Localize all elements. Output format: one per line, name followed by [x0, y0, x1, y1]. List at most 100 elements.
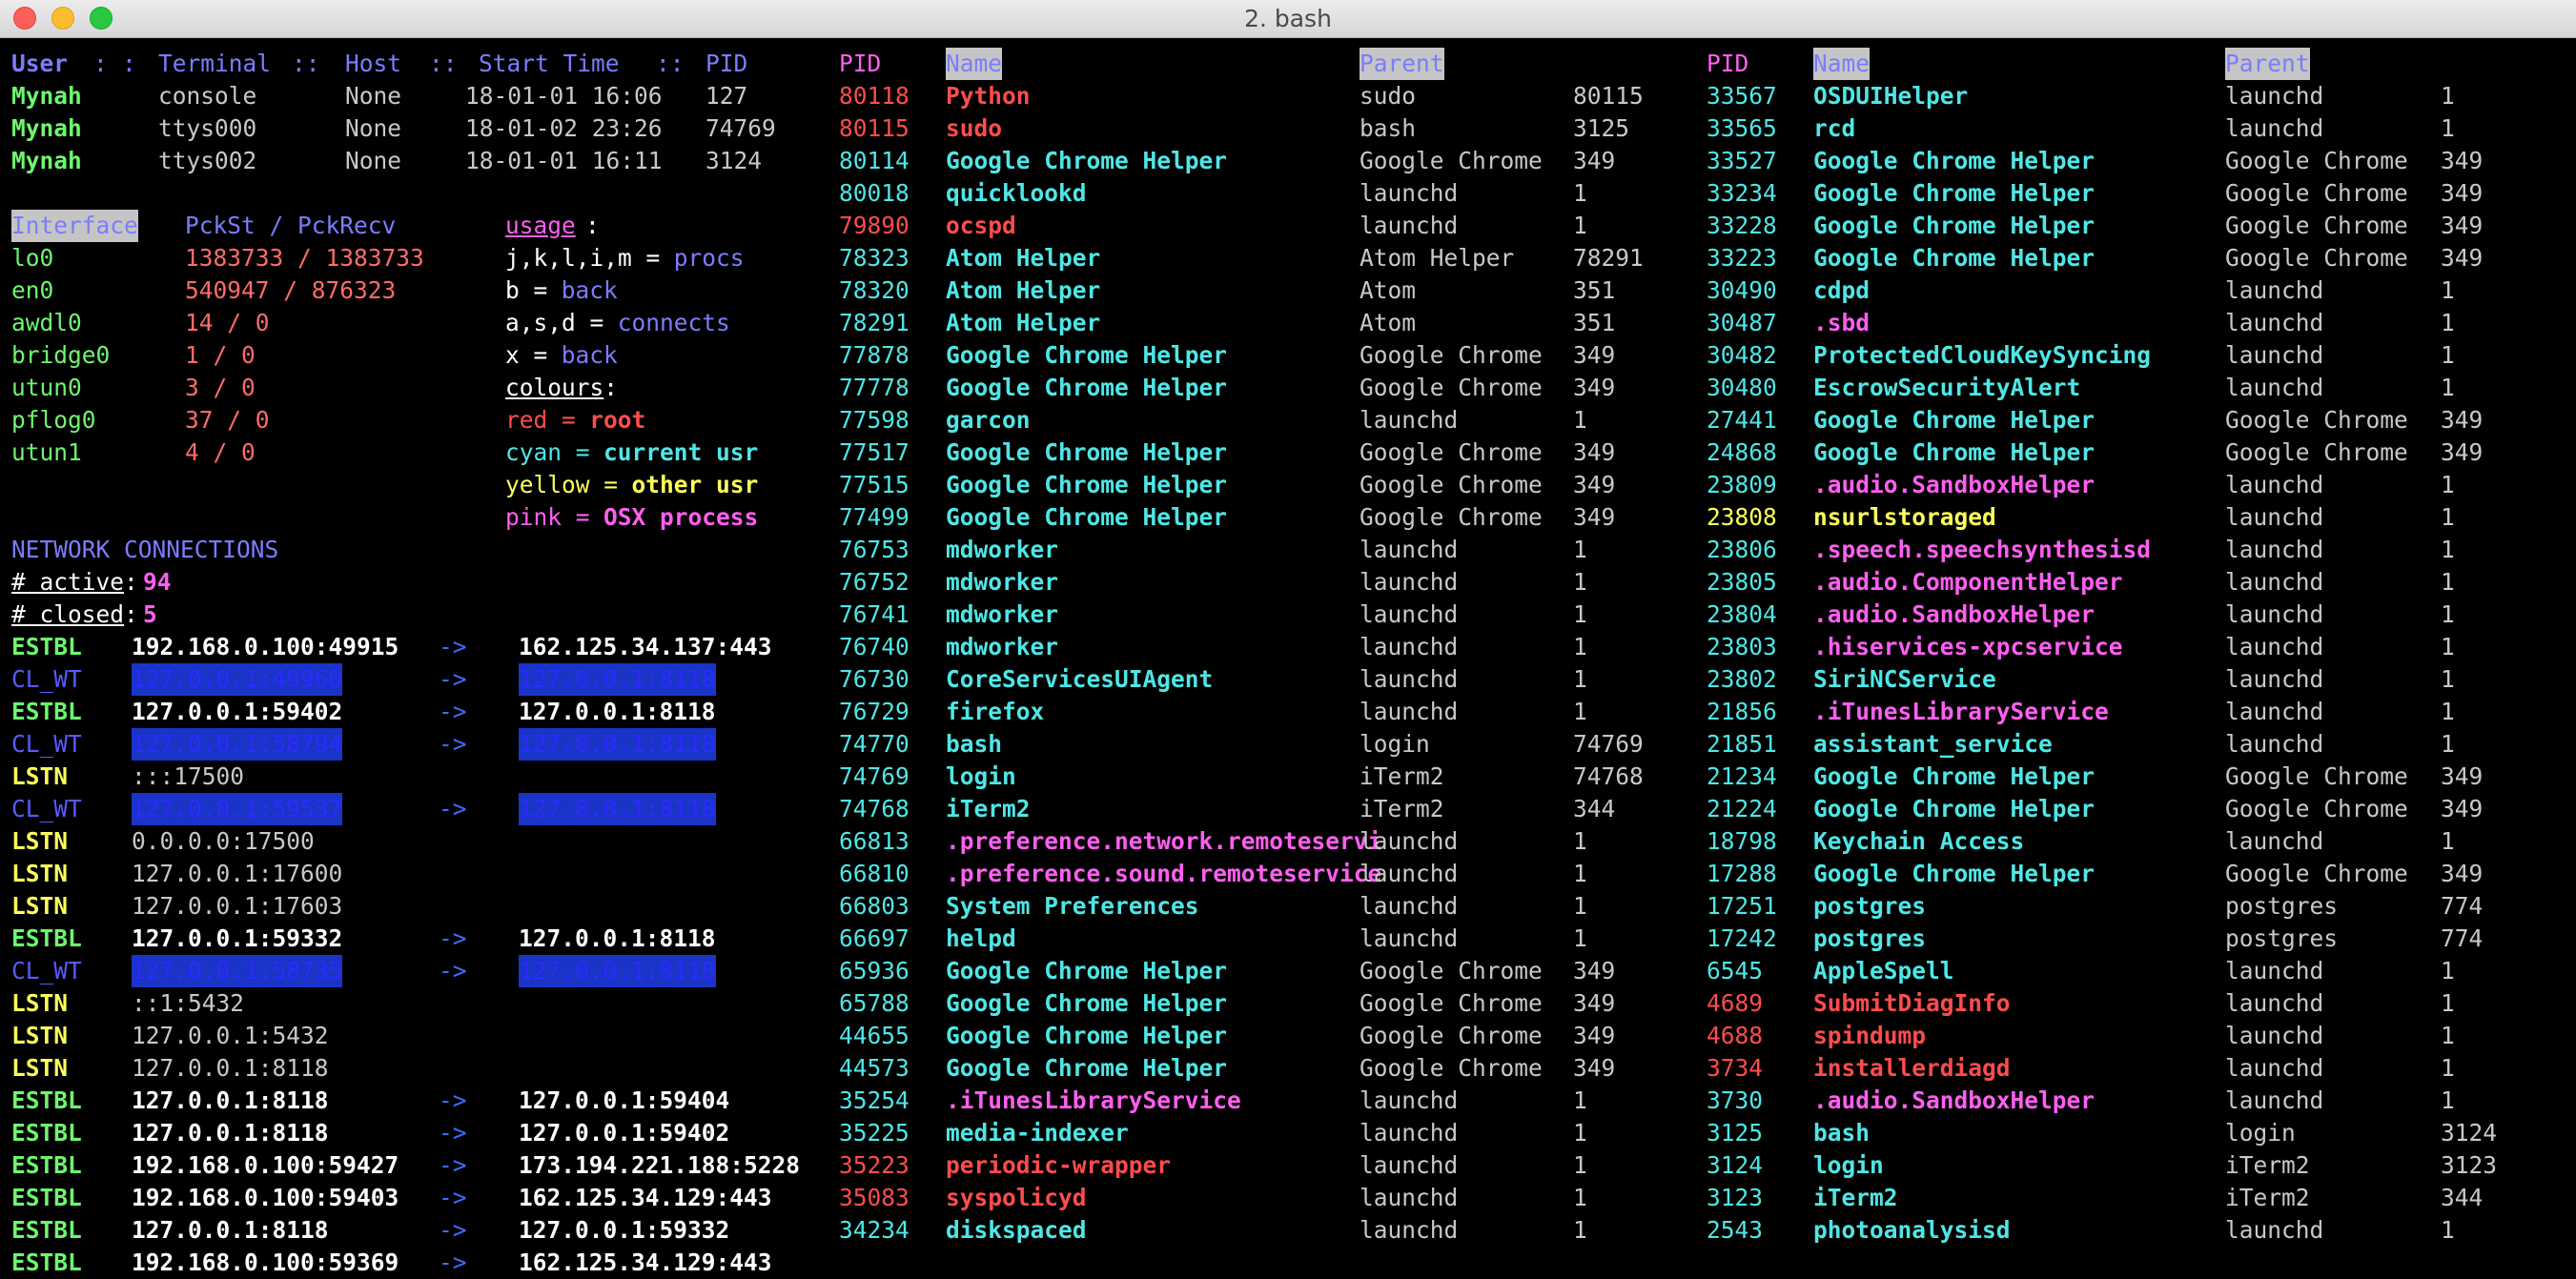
process-parent-pid: 1	[2441, 827, 2455, 855]
usage-key: j,k,l,i,m	[505, 244, 632, 272]
process-pid: 66697	[839, 924, 910, 952]
process-name: login	[1813, 1151, 1884, 1179]
process-parent-pid: 74769	[1573, 730, 1644, 758]
process-pid: 30490	[1707, 276, 1777, 304]
process-name: Google Chrome Helper	[946, 503, 1228, 531]
process-name: spindump	[1813, 1022, 1927, 1049]
process-name: .audio.SandboxHelper	[1813, 1086, 2096, 1114]
remote-address: 162.125.34.137:443	[519, 633, 772, 660]
interface-packets: 1383733 / 1383733	[185, 244, 424, 272]
process-pid: 78291	[839, 309, 910, 336]
process-pid: 4688	[1707, 1022, 1764, 1049]
process-name: Keychain Access	[1813, 827, 2025, 855]
local-address: 127.0.0.1:8118	[132, 1216, 329, 1244]
process-parent-pid: 1	[1573, 1086, 1587, 1114]
process-pid: 77598	[839, 406, 910, 434]
interface-name: bridge0	[11, 341, 111, 369]
local-address: 192.168.0.100:59427	[132, 1151, 399, 1179]
user-pid: 127	[705, 82, 748, 110]
remote-address: 162.125.34.129:443	[519, 1249, 772, 1276]
process-parent-pid: 349	[1573, 1054, 1616, 1082]
process-parent-pid: 774	[2441, 892, 2484, 920]
process-pid: 80115	[839, 114, 910, 142]
interface-header: Interface	[11, 210, 138, 242]
process-pid: 33223	[1707, 244, 1777, 272]
terminal-content[interactable]: User:: Terminal:: Host:: Start Time:: PID Myn…	[0, 38, 2576, 1276]
process-parent-pid: 1	[1573, 536, 1587, 563]
process-pid: 74770	[839, 730, 910, 758]
process-parent: launchd	[1360, 600, 1459, 628]
user-start-time: 18-01-02 23:26	[465, 114, 663, 142]
process-parent-pid: 351	[1573, 276, 1616, 304]
process-name: bash	[1813, 1119, 1871, 1147]
process-name: Google Chrome Helper	[946, 989, 1228, 1017]
process-parent: Google Chrome	[1360, 989, 1543, 1017]
process-parent-pid: 1	[2441, 665, 2455, 693]
process-name: ProtectedCloudKeySyncing	[1813, 341, 2152, 369]
header-host: Host	[345, 50, 402, 77]
process-parent: launchd	[1360, 698, 1459, 725]
process-pid: 80114	[839, 147, 910, 174]
connection-state: LSTN	[11, 762, 69, 790]
process-pid: 33565	[1707, 114, 1777, 142]
remote-address: 127.0.0.1:8118	[519, 955, 716, 987]
process-parent: launchd	[1360, 179, 1459, 207]
process-pid: 77778	[839, 374, 910, 401]
process-parent: bash	[1360, 114, 1417, 142]
process-parent: launchd	[1360, 665, 1459, 693]
local-address: 192.168.0.100:59369	[132, 1249, 399, 1276]
process-parent-pid: 349	[2441, 438, 2484, 466]
interface-name: awdl0	[11, 309, 82, 336]
process-parent-pid: 1	[1573, 1216, 1587, 1244]
remote-address: 127.0.0.1:8118	[519, 728, 716, 761]
connection-state: LSTN	[11, 989, 69, 1017]
header-terminal: Terminal	[158, 50, 272, 77]
process-name: Google Chrome Helper	[946, 147, 1228, 174]
process-name: syspolicyd	[946, 1184, 1087, 1211]
connection-arrow: ->	[439, 633, 467, 660]
process-pid: 3734	[1707, 1054, 1764, 1082]
process-parent: launchd	[1360, 568, 1459, 596]
process-pid: 17242	[1707, 924, 1777, 952]
process-parent: login	[2225, 1119, 2296, 1147]
process-pid: 23804	[1707, 600, 1777, 628]
process-parent: Google Chrome	[1360, 471, 1543, 498]
process-parent: launchd	[2225, 957, 2324, 985]
process-parent-pid: 1	[2441, 1216, 2455, 1244]
process-parent: launchd	[2225, 309, 2324, 336]
process-parent: sudo	[1360, 82, 1417, 110]
connection-state: ESTBL	[11, 1184, 82, 1211]
colour-meaning: current usr	[603, 438, 759, 466]
process-parent: launchd	[2225, 503, 2324, 531]
name-header: Name	[1813, 48, 1871, 80]
process-parent-pid: 349	[1573, 374, 1616, 401]
process-parent-pid: 1	[1573, 212, 1587, 239]
process-parent: launchd	[2225, 665, 2324, 693]
process-parent-pid: 349	[2441, 212, 2484, 239]
header-separator: :	[93, 50, 108, 77]
process-parent: launchd	[1360, 892, 1459, 920]
header-separator: ::	[429, 50, 458, 77]
process-parent: launchd	[1360, 406, 1459, 434]
process-parent-pid: 1	[1573, 1184, 1587, 1211]
process-pid: 23805	[1707, 568, 1777, 596]
process-parent-pid: 349	[2441, 795, 2484, 822]
process-pid: 66803	[839, 892, 910, 920]
process-parent: iTerm2	[2225, 1151, 2310, 1179]
interface-packets: 540947 / 876323	[185, 276, 397, 304]
active-label: # active	[11, 568, 125, 596]
process-parent: launchd	[2225, 827, 2324, 855]
interface-packets: 14 / 0	[185, 309, 270, 336]
process-parent: Google Chrome	[2225, 406, 2408, 434]
process-parent: Google Chrome	[2225, 860, 2408, 887]
process-name: quicklookd	[946, 179, 1087, 207]
process-name: .audio.SandboxHelper	[1813, 471, 2096, 498]
process-name: Python	[946, 82, 1031, 110]
process-parent-pid: 349	[2441, 179, 2484, 207]
process-parent: launchd	[1360, 860, 1459, 887]
process-name: .preference.sound.remoteservice	[946, 860, 1382, 887]
process-name: ocspd	[946, 212, 1016, 239]
process-pid: 23806	[1707, 536, 1777, 563]
process-name: Google Chrome Helper	[946, 438, 1228, 466]
colour-meaning: root	[589, 406, 646, 434]
